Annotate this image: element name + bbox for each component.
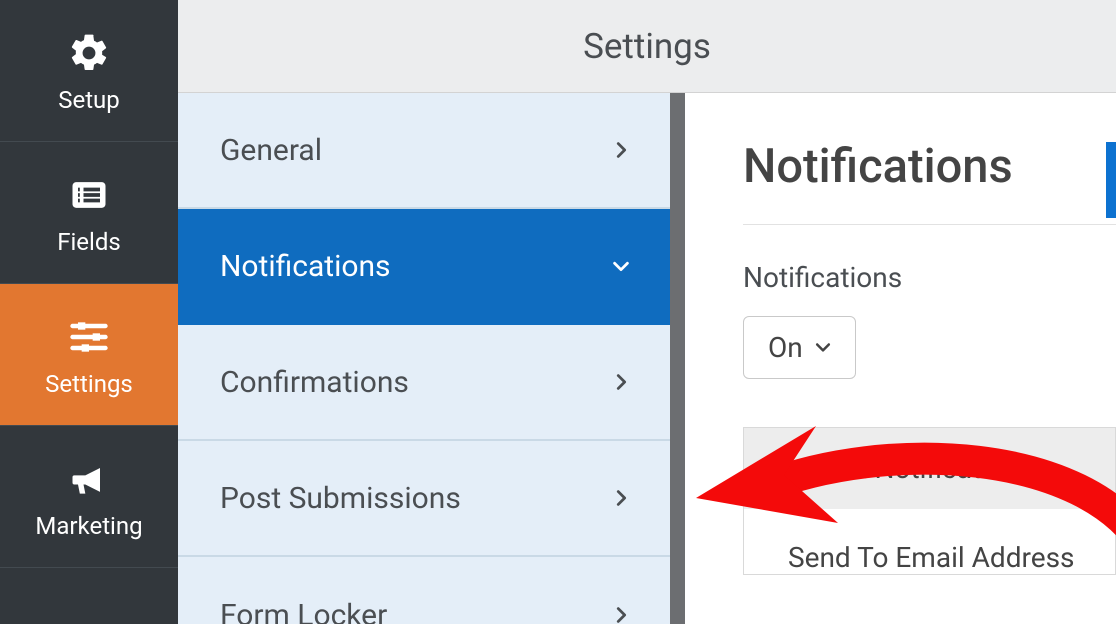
notifications-toggle-select[interactable]: On bbox=[743, 316, 856, 379]
megaphone-icon bbox=[64, 454, 114, 504]
workspace: Settings General Notifications Confirmat… bbox=[178, 0, 1116, 624]
primary-nav: Setup Fields Settings Marketing bbox=[0, 0, 178, 624]
nav-label-marketing: Marketing bbox=[35, 512, 142, 540]
nav-label-setup: Setup bbox=[58, 86, 120, 114]
chevron-right-icon bbox=[610, 139, 632, 161]
default-notification-header: Default Notification bbox=[744, 428, 1115, 509]
settings-item-post-submissions[interactable]: Post Submissions bbox=[178, 441, 670, 557]
page-title: Settings bbox=[583, 26, 711, 67]
chevron-right-icon bbox=[610, 371, 632, 393]
default-notification-box: Default Notification Send To Email Addre… bbox=[743, 427, 1116, 575]
settings-item-form-locker[interactable]: Form Locker bbox=[178, 557, 670, 624]
nav-label-fields: Fields bbox=[57, 228, 121, 256]
settings-item-label: General bbox=[220, 133, 322, 168]
settings-submenu: General Notifications Confirmations Post… bbox=[178, 93, 685, 624]
nav-item-marketing[interactable]: Marketing bbox=[0, 426, 178, 568]
send-to-label: Send To Email Address bbox=[744, 509, 1115, 574]
settings-item-confirmations[interactable]: Confirmations bbox=[178, 325, 670, 441]
settings-item-notifications[interactable]: Notifications bbox=[178, 209, 670, 325]
nav-item-settings[interactable]: Settings bbox=[0, 284, 178, 426]
content-pane: Notifications Notifications On Default N… bbox=[685, 93, 1116, 624]
settings-item-label: Confirmations bbox=[220, 365, 409, 400]
divider bbox=[743, 224, 1116, 225]
nav-item-fields[interactable]: Fields bbox=[0, 142, 178, 284]
settings-item-general[interactable]: General bbox=[178, 93, 670, 209]
sliders-icon bbox=[64, 312, 114, 362]
settings-item-label: Notifications bbox=[220, 249, 391, 284]
header-bar: Settings bbox=[178, 0, 1116, 93]
nav-label-settings: Settings bbox=[45, 370, 133, 398]
chevron-down-icon bbox=[610, 255, 632, 277]
nav-item-setup[interactable]: Setup bbox=[0, 0, 178, 142]
toggle-value: On bbox=[768, 331, 803, 364]
toggle-label: Notifications bbox=[743, 261, 1116, 294]
settings-item-label: Form Locker bbox=[220, 598, 387, 624]
below-header: General Notifications Confirmations Post… bbox=[178, 93, 1116, 624]
chevron-right-icon bbox=[610, 604, 632, 624]
chevron-right-icon bbox=[610, 487, 632, 509]
gear-icon bbox=[64, 28, 114, 78]
blue-accent bbox=[1106, 142, 1116, 218]
settings-item-label: Post Submissions bbox=[220, 481, 461, 516]
content-title: Notifications bbox=[743, 139, 1116, 194]
list-icon bbox=[64, 170, 114, 220]
chevron-down-icon bbox=[813, 331, 833, 364]
